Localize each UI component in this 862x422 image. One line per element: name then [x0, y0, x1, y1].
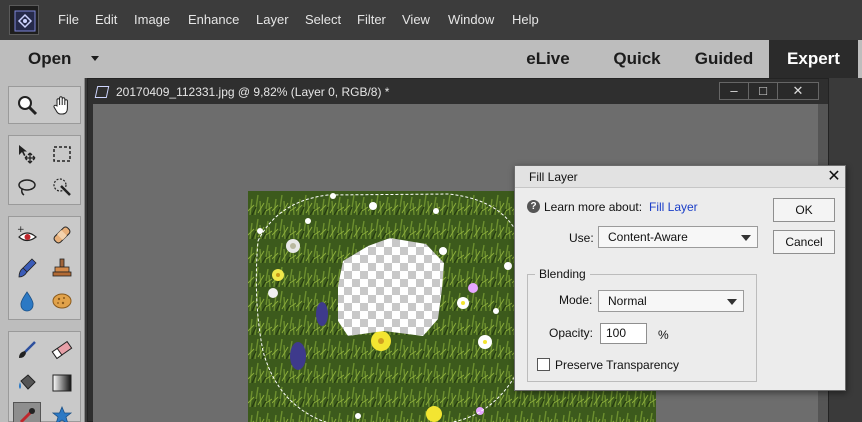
- menu-filter[interactable]: Filter: [357, 12, 386, 27]
- learn-more-label: Learn more about:: [544, 200, 643, 214]
- gradient-tool-icon[interactable]: [48, 369, 76, 397]
- app-logo-icon[interactable]: [9, 5, 39, 35]
- document-titlebar[interactable]: 20170409_112331.jpg @ 9,82% (Layer 0, RG…: [88, 79, 828, 104]
- tool-group-draw: [8, 331, 81, 422]
- move-tool-icon[interactable]: [13, 140, 41, 168]
- tool-group-select: [8, 135, 81, 205]
- brush-tool-icon[interactable]: [13, 336, 41, 364]
- color-picker-tool-icon[interactable]: [13, 402, 41, 422]
- open-dropdown-arrow-icon[interactable]: [91, 56, 99, 61]
- close-document-button[interactable]: ✕: [777, 82, 819, 100]
- paint-bucket-tool-icon[interactable]: [13, 369, 41, 397]
- menu-image[interactable]: Image: [134, 12, 170, 27]
- menu-help[interactable]: Help: [512, 12, 539, 27]
- tool-group-view: [8, 86, 81, 124]
- help-icon: ?: [527, 200, 540, 213]
- red-eye-tool-icon[interactable]: +: [13, 221, 41, 249]
- open-button[interactable]: Open: [28, 49, 71, 69]
- learn-more-link[interactable]: Fill Layer: [649, 200, 698, 214]
- menu-layer[interactable]: Layer: [256, 12, 289, 27]
- dialog-title: Fill Layer: [529, 170, 578, 184]
- use-select-value: Content-Aware: [608, 230, 688, 244]
- tab-quick[interactable]: Quick: [595, 40, 679, 78]
- maximize-button[interactable]: □: [748, 82, 778, 100]
- chevron-down-icon: [727, 299, 737, 305]
- menu-enhance[interactable]: Enhance: [188, 12, 239, 27]
- toolbox: +: [0, 78, 85, 422]
- use-label: Use:: [569, 231, 594, 245]
- preserve-transparency-checkbox[interactable]: [537, 358, 550, 371]
- opacity-label: Opacity:: [549, 326, 594, 340]
- opacity-unit: %: [658, 328, 669, 342]
- clone-stamp-tool-icon[interactable]: [48, 254, 76, 282]
- tool-group-enhance: +: [8, 216, 81, 320]
- menu-view[interactable]: View: [402, 12, 430, 27]
- minimize-button[interactable]: –: [719, 82, 749, 100]
- document-icon: [94, 86, 110, 98]
- tab-expert[interactable]: Expert: [769, 40, 858, 78]
- mode-label: Mode:: [559, 293, 593, 307]
- mode-select-value: Normal: [608, 294, 647, 308]
- dialog-close-icon[interactable]: ✕: [824, 167, 844, 187]
- preserve-transparency-label[interactable]: Preserve Transparency: [555, 358, 679, 372]
- dialog-titlebar[interactable]: Fill Layer ✕: [515, 166, 845, 188]
- menu-file[interactable]: File: [58, 12, 79, 27]
- fill-layer-dialog: Fill Layer ✕ ? Learn more about: Fill La…: [514, 165, 846, 391]
- mode-bar: Open eLive Quick Guided Expert: [0, 40, 862, 78]
- opacity-field[interactable]: 100: [600, 323, 647, 344]
- custom-shape-tool-icon[interactable]: [48, 402, 76, 422]
- zoom-tool-icon[interactable]: [13, 91, 41, 119]
- quick-selection-tool-icon[interactable]: [48, 173, 76, 201]
- rectangular-marquee-tool-icon[interactable]: [48, 140, 76, 168]
- chevron-down-icon: [741, 235, 751, 241]
- cancel-button[interactable]: Cancel: [773, 230, 835, 254]
- tab-elive[interactable]: eLive: [505, 40, 591, 78]
- document-title: 20170409_112331.jpg @ 9,82% (Layer 0, RG…: [116, 85, 390, 99]
- spot-healing-brush-tool-icon[interactable]: [48, 221, 76, 249]
- menu-select[interactable]: Select: [305, 12, 341, 27]
- menu-window[interactable]: Window: [448, 12, 494, 27]
- eraser-tool-icon[interactable]: [48, 336, 76, 364]
- menu-edit[interactable]: Edit: [95, 12, 117, 27]
- blending-label: Blending: [535, 267, 590, 281]
- tab-guided[interactable]: Guided: [683, 40, 765, 78]
- blur-tool-icon[interactable]: [13, 287, 41, 315]
- mode-select[interactable]: Normal: [598, 290, 744, 312]
- menu-bar: File Edit Image Enhance Layer Select Fil…: [0, 0, 862, 40]
- smart-brush-tool-icon[interactable]: [13, 254, 41, 282]
- ok-button[interactable]: OK: [773, 198, 835, 222]
- sponge-tool-icon[interactable]: [48, 287, 76, 315]
- use-select[interactable]: Content-Aware: [598, 226, 758, 248]
- hand-tool-icon[interactable]: [48, 91, 76, 119]
- lasso-tool-icon[interactable]: [13, 173, 41, 201]
